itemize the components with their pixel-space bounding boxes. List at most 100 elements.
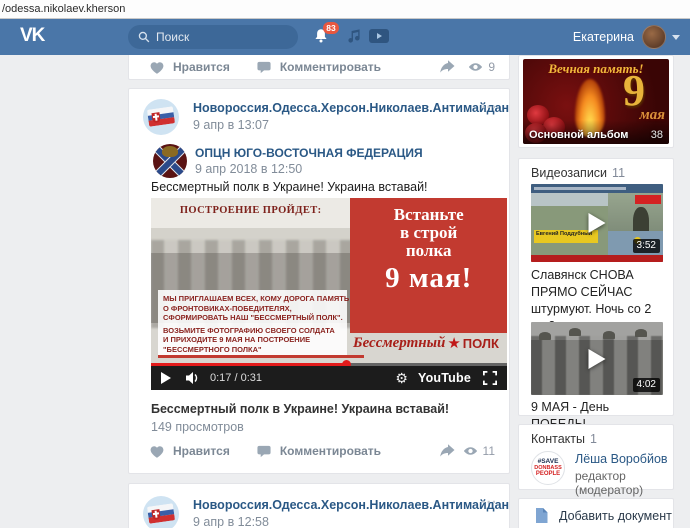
eye-icon xyxy=(463,444,478,458)
eagle-emblem-icon xyxy=(162,146,178,157)
news-caption-bar xyxy=(531,184,663,193)
video-title-link[interactable]: Бессмертный полк в Украине! Украина вста… xyxy=(151,402,449,416)
search-box[interactable] xyxy=(128,25,298,49)
star-icon: ★ xyxy=(447,334,460,352)
group-avatar[interactable] xyxy=(143,496,179,528)
comment-button[interactable]: Комментировать xyxy=(256,60,381,75)
contacts-section-link[interactable]: Контакты1 xyxy=(531,432,597,446)
browser-url-bar[interactable]: /odessa.nikolaev.kherson xyxy=(0,0,690,19)
document-icon xyxy=(534,507,549,527)
contacts-header: Контакты xyxy=(531,432,585,446)
contact-role: редактор (модератор) xyxy=(575,469,673,497)
post-text: Бессмертный полк в Украине! Украина вста… xyxy=(151,180,428,194)
sidebar-video-thumb[interactable]: Евгений Поддубный 3:52 xyxy=(531,184,663,262)
fullscreen-icon xyxy=(483,371,497,385)
contacts-card: Контакты1 #SAVE DONBASS PEOPLE Лёша Воро… xyxy=(518,424,674,490)
novorossiya-flag-icon xyxy=(147,503,175,523)
notifications-badge: 83 xyxy=(323,22,339,34)
user-avatar xyxy=(642,25,666,49)
poster-red-line xyxy=(158,355,364,358)
post-card-partial: Нравится Комментировать 9 xyxy=(128,55,510,80)
contact-avatar[interactable]: #SAVE DONBASS PEOPLE xyxy=(531,451,565,485)
share-button[interactable] xyxy=(439,442,456,461)
share-button[interactable] xyxy=(439,58,456,77)
videos-header: Видеозаписи xyxy=(531,166,607,180)
comment-icon xyxy=(256,444,272,459)
video-play-icon xyxy=(369,28,389,44)
share-icon xyxy=(439,58,456,74)
fullscreen-button[interactable] xyxy=(483,371,497,385)
video-time: 0:17 / 0:31 xyxy=(210,372,262,384)
comment-button[interactable]: Комментировать xyxy=(256,444,381,459)
view-count: 11 xyxy=(483,444,495,458)
like-button[interactable]: Нравится xyxy=(149,60,230,75)
volume-icon xyxy=(185,371,200,385)
post-actions: Нравится Комментировать 11 xyxy=(129,441,509,461)
comment-label: Комментировать xyxy=(280,444,381,458)
volume-button[interactable] xyxy=(185,371,200,385)
contact-name-link[interactable]: Лёша Воробйов xyxy=(575,452,668,466)
video-duration: 4:02 xyxy=(633,378,660,392)
group-avatar[interactable] xyxy=(143,99,179,135)
repost-author-avatar[interactable] xyxy=(153,144,187,178)
poster-invite-text: МЫ ПРИГЛАШАЕМ ВСЕХ, КОМУ ДОРОГА ПАМЯТЬ О… xyxy=(158,290,347,358)
view-count: 9 xyxy=(488,60,495,74)
album-card[interactable]: Вечная память! 9 мая Основной альбом 38 xyxy=(518,55,674,148)
video-controls: 0:17 / 0:31 ⚙ YouTube xyxy=(151,366,507,390)
repost-author-link[interactable]: ОПЦН ЮГО-ВОСТОЧНАЯ ФЕДЕРАЦИЯ xyxy=(195,146,423,160)
add-document-card[interactable]: Добавить документ xyxy=(518,498,674,528)
search-icon xyxy=(138,31,150,43)
play-button[interactable] xyxy=(161,372,171,384)
post-views: 9 xyxy=(468,60,495,74)
videos-count: 11 xyxy=(612,166,625,180)
settings-gear-icon[interactable]: ⚙ xyxy=(395,371,408,385)
play-overlay-icon xyxy=(589,213,606,233)
more-options-button[interactable]: ... xyxy=(481,95,497,112)
videos-card: Видеозаписи11 Евгений Поддубный 3:52 Сла… xyxy=(518,158,674,416)
post-card-next: Новороссия.Одесса.Херсон.Николаев.Антима… xyxy=(128,483,510,528)
video-views-label: 149 просмотров xyxy=(151,420,244,434)
novorossiya-flag-icon xyxy=(147,106,175,126)
group-name-link[interactable]: Новороссия.Одесса.Херсон.Николаев.Антима… xyxy=(193,498,509,512)
helmet-shape xyxy=(603,331,615,339)
url-text[interactable]: /odessa.nikolaev.kherson xyxy=(2,3,125,15)
immortal-regiment-logo: Бессмертный ★ полк xyxy=(353,334,499,352)
like-label: Нравится xyxy=(173,60,230,74)
videos-section-link[interactable]: Видеозаписи 11 xyxy=(531,166,625,180)
album-label: Основной альбом xyxy=(529,129,628,141)
videos-button[interactable] xyxy=(369,28,389,47)
video-poster: ПОСТРОЕНИЕ ПРОЙДЕТ: МЫ ПРИГЛАШАЕМ ВСЕХ, … xyxy=(151,198,507,363)
album-photo-count: 38 xyxy=(651,129,663,141)
vk-top-bar: VK 83 Екатерина xyxy=(0,19,690,55)
poster-banner: Встаньте в строй полка 9 мая! xyxy=(350,198,507,333)
comment-icon xyxy=(256,60,272,75)
add-document-label[interactable]: Добавить документ xyxy=(559,509,672,523)
post-card-main: Новороссия.Одесса.Херсон.Николаев.Антима… xyxy=(128,88,510,474)
comment-label: Комментировать xyxy=(280,60,381,74)
news-ticker xyxy=(531,255,663,262)
user-menu[interactable]: Екатерина xyxy=(573,23,680,51)
sidebar-video-thumb[interactable]: 4:02 xyxy=(531,322,663,395)
group-name-link[interactable]: Новороссия.Одесса.Херсон.Николаев.Антима… xyxy=(193,101,509,115)
heart-icon xyxy=(149,60,165,75)
search-input[interactable] xyxy=(156,30,276,44)
poster-top-label: ПОСТРОЕНИЕ ПРОЙДЕТ: xyxy=(151,205,350,216)
post-date[interactable]: 9 апр в 12:58 xyxy=(193,515,269,528)
eye-icon xyxy=(468,60,483,74)
repost-date[interactable]: 9 апр 2018 в 12:50 xyxy=(195,162,302,176)
like-button[interactable]: Нравится xyxy=(149,444,230,459)
video-duration: 3:52 xyxy=(633,239,660,253)
youtube-logo[interactable]: YouTube xyxy=(418,371,471,385)
banner-9-may: 9 мая! xyxy=(350,262,507,295)
vk-logo[interactable]: VK xyxy=(20,25,44,47)
tv-channel-logo xyxy=(635,195,661,204)
post-date[interactable]: 9 апр в 13:07 xyxy=(193,118,269,132)
music-button[interactable] xyxy=(346,28,362,47)
notifications-button[interactable]: 83 xyxy=(312,27,334,49)
user-name: Екатерина xyxy=(573,30,634,44)
post-actions: Нравится Комментировать 9 xyxy=(129,57,509,77)
share-icon xyxy=(439,442,456,458)
video-player[interactable]: ПОСТРОЕНИЕ ПРОЙДЕТ: МЫ ПРИГЛАШАЕМ ВСЕХ, … xyxy=(151,198,507,390)
album-cover[interactable]: Вечная память! 9 мая Основной альбом 38 xyxy=(523,59,669,144)
more-options-button[interactable]: ... xyxy=(481,490,497,507)
